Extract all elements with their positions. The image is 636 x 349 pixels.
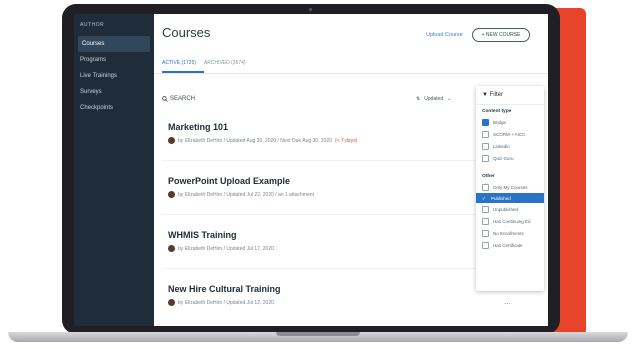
- search-bar[interactable]: SEARCH: [162, 96, 195, 102]
- filter-dropdown: ▼ Filter Content type Bridge SCORM + AIC…: [476, 86, 544, 291]
- avatar: [168, 299, 175, 306]
- checkbox[interactable]: [482, 130, 489, 138]
- upload-course-link[interactable]: Upload Course: [426, 32, 463, 38]
- filter-option-label: Has Certificate: [493, 242, 523, 248]
- filter-option-label: Only My Courses: [493, 184, 528, 190]
- screen: AUTHOR Courses Programs Live Trainings S…: [74, 14, 548, 326]
- filter-option-linkedin[interactable]: Linkedin: [476, 140, 544, 152]
- filter-option-no-enrollments[interactable]: No Enrollments: [476, 227, 544, 239]
- sidebar-item-programs[interactable]: Programs: [74, 52, 154, 68]
- checkbox[interactable]: [482, 229, 489, 237]
- filter-group-other: Other: [482, 174, 495, 179]
- filter-option-quiz[interactable]: Quiz Guru: [476, 152, 544, 164]
- new-course-button[interactable]: + NEW COURSE: [472, 28, 530, 42]
- filter-option-scorm[interactable]: SCORM + AICC: [476, 128, 544, 140]
- checkbox[interactable]: [482, 205, 489, 213]
- course-title[interactable]: PowerPoint Upload Example: [168, 176, 314, 186]
- avatar: [168, 245, 175, 252]
- checkbox[interactable]: [482, 183, 489, 191]
- checkbox[interactable]: [482, 241, 489, 249]
- page-title: Courses: [162, 25, 211, 40]
- sort-label: Updated: [424, 96, 444, 102]
- course-meta: by Elizabeth DeHiro / Updated Jul 17, 20…: [178, 245, 274, 252]
- tab-bar: ACTIVE (1725) ARCHIVED (3674): [162, 60, 246, 66]
- tab-divider: [154, 73, 548, 74]
- course-meta-row: by Elizabeth DeHiro / Updated Jul 12, 20…: [168, 299, 281, 306]
- course-row[interactable]: Marketing 101 by Elizabeth DeHiro / Upda…: [168, 122, 357, 144]
- tab-archived[interactable]: ARCHIVED (3674): [204, 60, 246, 66]
- course-row[interactable]: WHMIS Training by Elizabeth DeHiro / Upd…: [168, 230, 274, 252]
- checkbox[interactable]: [482, 142, 489, 150]
- sidebar-item-courses[interactable]: Courses: [78, 36, 150, 52]
- checkbox[interactable]: [482, 118, 489, 126]
- search-icon: [162, 96, 168, 102]
- avatar: [168, 137, 175, 144]
- checkbox[interactable]: [482, 217, 489, 225]
- search-label: SEARCH: [170, 96, 196, 102]
- laptop-frame: AUTHOR Courses Programs Live Trainings S…: [62, 4, 560, 334]
- sidebar-item-surveys[interactable]: Surveys: [74, 84, 154, 100]
- course-meta-row: by Elizabeth DeHiro / Updated Aug 30, 20…: [168, 137, 357, 144]
- filter-option-label: Linkedin: [493, 143, 510, 149]
- filter-group-content-type: Content type: [482, 109, 512, 114]
- filter-option-published[interactable]: ✓ Published: [476, 193, 544, 203]
- filter-title: Filter: [489, 92, 503, 98]
- overdue-badge: (< 7 days): [335, 137, 358, 144]
- filter-option-unpublished[interactable]: Unpublished: [476, 203, 544, 215]
- course-title[interactable]: New Hire Cultural Training: [168, 284, 281, 294]
- filter-option-bridge[interactable]: Bridge: [476, 116, 544, 128]
- more-options-icon[interactable]: ⋯: [504, 300, 511, 308]
- laptop-notch: [276, 332, 360, 336]
- filter-icon: ▼: [482, 92, 488, 98]
- filter-option-label: Quiz Guru: [493, 155, 514, 161]
- sidebar-author-label: AUTHOR: [80, 22, 105, 28]
- checkmark-icon: ✓: [482, 195, 486, 201]
- course-title[interactable]: WHMIS Training: [168, 230, 274, 240]
- filter-option-only-mine[interactable]: Only My Courses: [476, 181, 544, 193]
- filter-option-label: SCORM + AICC: [493, 131, 526, 137]
- camera-dot: [309, 8, 312, 11]
- filter-header: ▼ Filter: [476, 86, 544, 105]
- course-meta: by Elizabeth DeHiro / Updated Aug 30, 20…: [178, 137, 332, 144]
- sidebar: AUTHOR Courses Programs Live Trainings S…: [74, 14, 154, 326]
- sidebar-item-checkpoints[interactable]: Checkpoints: [74, 100, 154, 116]
- course-row[interactable]: PowerPoint Upload Example by Elizabeth D…: [168, 176, 314, 198]
- filter-option-label: Published: [491, 195, 511, 201]
- sidebar-item-live-trainings[interactable]: Live Trainings: [74, 68, 154, 84]
- avatar: [168, 191, 175, 198]
- main-content: Courses Upload Course + NEW COURSE ACTIV…: [154, 14, 548, 326]
- sort-control[interactable]: ⇅ Updated ⌄: [416, 96, 451, 102]
- filter-option-label: Bridge: [493, 119, 507, 125]
- course-meta: by Elizabeth DeHiro / Updated Jul 22, 20…: [178, 191, 314, 198]
- filter-option-certificate[interactable]: Has Certificate: [476, 239, 544, 251]
- filter-option-label: Unpublished: [493, 206, 519, 212]
- filter-option-label: No Enrollments: [493, 230, 524, 236]
- sort-icon: ⇅: [416, 96, 421, 102]
- filter-option-label: Has Continuing Ed: [493, 218, 531, 224]
- course-meta-row: by Elizabeth DeHiro / Updated Jul 22, 20…: [168, 191, 314, 198]
- course-meta-row: by Elizabeth DeHiro / Updated Jul 17, 20…: [168, 245, 274, 252]
- filter-option-continuing-ed[interactable]: Has Continuing Ed: [476, 215, 544, 227]
- checkbox[interactable]: [482, 154, 489, 162]
- course-row[interactable]: New Hire Cultural Training by Elizabeth …: [168, 284, 281, 306]
- chevron-down-icon: ⌄: [447, 96, 452, 102]
- course-meta: by Elizabeth DeHiro / Updated Jul 12, 20…: [178, 299, 274, 306]
- tab-active[interactable]: ACTIVE (1725): [162, 60, 196, 66]
- course-title[interactable]: Marketing 101: [168, 122, 357, 132]
